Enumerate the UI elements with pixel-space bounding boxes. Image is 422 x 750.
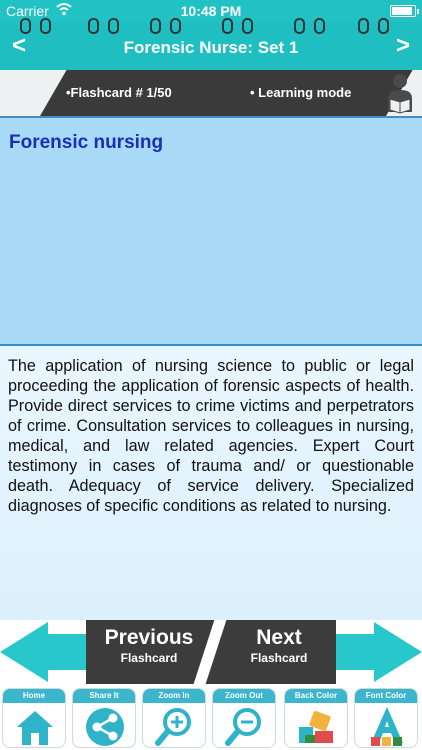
spiral-ring xyxy=(150,18,161,34)
spiral-ring xyxy=(294,18,305,34)
share-button[interactable]: Share It xyxy=(72,688,136,748)
spiral-binding xyxy=(0,18,422,34)
definition-panel: The application of nursing science to pu… xyxy=(0,346,422,620)
share-label: Share It xyxy=(73,689,135,703)
term-panel: Forensic nursing xyxy=(0,116,422,346)
home-button[interactable]: Home xyxy=(2,688,66,748)
spiral-ring xyxy=(88,18,99,34)
next-sublabel: Flashcard xyxy=(250,651,308,665)
spiral-ring xyxy=(314,18,325,34)
mode-label: • Learning mode xyxy=(250,85,352,100)
back-button[interactable]: < xyxy=(4,32,34,60)
back-color-button[interactable]: Back Color xyxy=(284,688,348,748)
home-label: Home xyxy=(3,689,65,703)
forward-button[interactable]: > xyxy=(388,32,418,60)
spiral-ring xyxy=(222,18,233,34)
back-color-icon xyxy=(299,710,333,743)
flashcard-counter: •Flashcard # 1/50 xyxy=(66,85,172,100)
page-title: Forensic Nurse: Set 1 xyxy=(123,38,299,57)
spiral-ring xyxy=(378,18,389,34)
definition-text: The application of nursing science to pu… xyxy=(8,357,414,515)
spiral-ring xyxy=(242,18,253,34)
previous-flashcard-button[interactable]: Previous Flashcard xyxy=(90,620,208,684)
spiral-ring xyxy=(40,18,51,34)
spiral-ring xyxy=(170,18,181,34)
reader-icon xyxy=(384,72,416,114)
font-color-button[interactable]: Font Color xyxy=(354,688,418,748)
bottom-toolbar: Home Share It Zoom In Zoom Out Back Colo… xyxy=(0,684,422,750)
previous-label: Previous xyxy=(104,626,194,649)
font-color-label: Font Color xyxy=(355,689,417,703)
zoom-out-button[interactable]: Zoom Out xyxy=(212,688,276,748)
zoom-out-label: Zoom Out xyxy=(213,689,275,703)
pager-bar: Previous Flashcard Next Flashcard xyxy=(0,620,422,684)
clock: 10:48 PM xyxy=(180,3,242,19)
term-title: Forensic nursing xyxy=(9,132,164,153)
back-color-label: Back Color xyxy=(285,689,347,703)
home-icon xyxy=(17,711,53,745)
font-color-icon xyxy=(371,707,403,746)
next-flashcard-button[interactable]: Next Flashcard xyxy=(220,620,338,684)
spiral-ring xyxy=(358,18,369,34)
next-label: Next xyxy=(256,626,302,649)
info-bar: •Flashcard # 1/50 • Learning mode xyxy=(0,70,422,116)
spiral-ring xyxy=(108,18,119,34)
previous-sublabel: Flashcard xyxy=(120,651,178,665)
zoom-in-label: Zoom In xyxy=(143,689,205,703)
battery-icon xyxy=(390,5,419,17)
spiral-ring xyxy=(20,18,31,34)
zoom-in-icon xyxy=(155,708,191,746)
zoom-in-button[interactable]: Zoom In xyxy=(142,688,206,748)
share-icon xyxy=(86,708,124,746)
zoom-out-icon xyxy=(225,708,261,746)
